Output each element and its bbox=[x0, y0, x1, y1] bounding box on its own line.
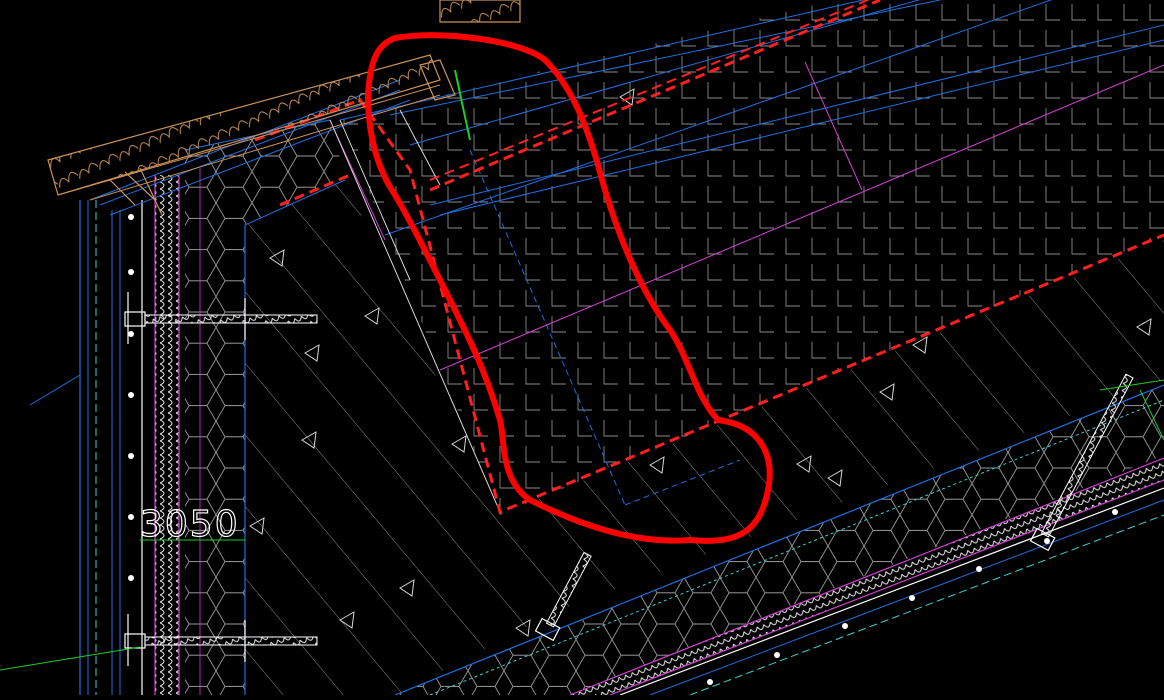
cad-drawing-canvas[interactable]: 3050 bbox=[0, 0, 1164, 696]
wall-dots-left bbox=[128, 214, 134, 581]
insulation-strip-left bbox=[154, 175, 180, 695]
cad-viewport[interactable]: 3050 bbox=[0, 0, 1164, 696]
dimension-label: 3050 bbox=[139, 503, 240, 545]
dimension-text-3050: 3050 bbox=[140, 504, 240, 545]
